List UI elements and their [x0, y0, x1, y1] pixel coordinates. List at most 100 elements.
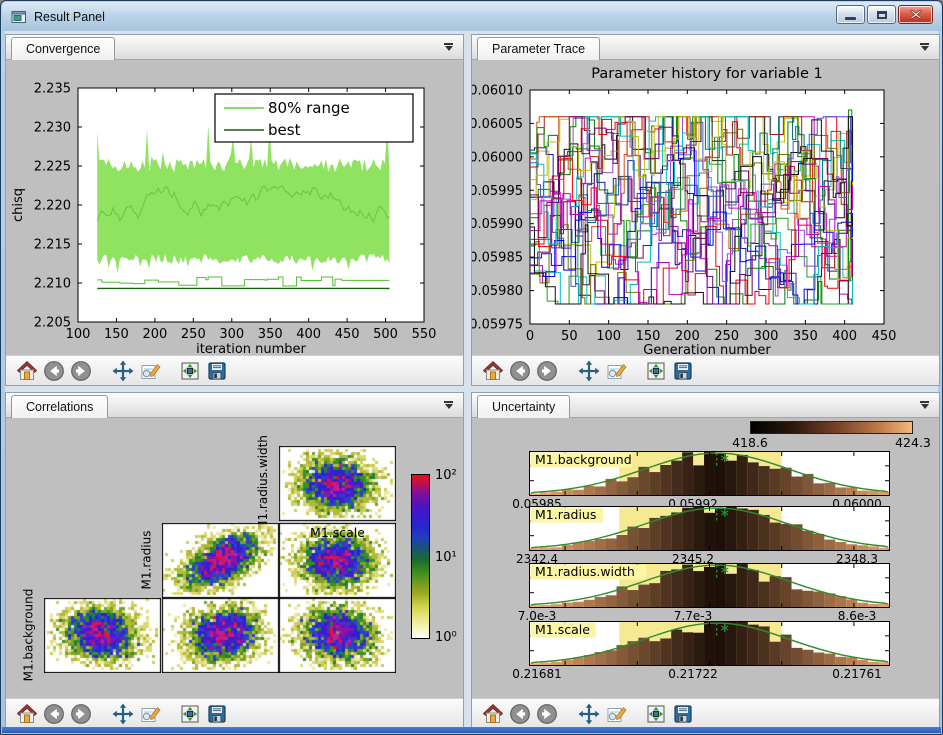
histogram-M1.background[interactable]: M1.background	[529, 451, 890, 496]
svg-text:350: 350	[793, 329, 818, 344]
trace-figure[interactable]: Parameter history for variable 1 0.05975 0…	[472, 60, 939, 355]
svg-text:100: 100	[66, 327, 91, 342]
svg-text:2.230: 2.230	[34, 121, 71, 136]
histogram-xtick-label: 0.21761	[832, 667, 882, 681]
customize-button[interactable]	[136, 358, 163, 384]
uncertainty-tabbar: Uncertainty	[472, 393, 939, 418]
pan-icon	[112, 703, 134, 725]
tab-list-dropdown-icon[interactable]	[919, 401, 930, 409]
titlebar[interactable]: Result Panel	[2, 2, 941, 31]
svg-text:Parameter history for variable: Parameter history for variable 1	[591, 66, 822, 82]
pan-icon	[578, 360, 600, 382]
corr-row-label: M1.radius	[139, 530, 153, 589]
save-button[interactable]	[669, 358, 696, 384]
pan-button[interactable]	[575, 358, 602, 384]
pan-button[interactable]	[109, 358, 136, 384]
tab-correlations[interactable]: Correlations	[11, 395, 108, 418]
uncertainty-figure[interactable]: 418.6424.3M1.background0.059850.059920.0…	[472, 418, 939, 698]
subplots-button[interactable]	[176, 358, 203, 384]
svg-text:200: 200	[675, 329, 700, 344]
window-title: Result Panel	[34, 10, 105, 24]
correlation-cell-1-1[interactable]	[162, 523, 279, 598]
trace-toolbar	[472, 355, 939, 385]
back-button[interactable]	[40, 358, 67, 384]
pan-button[interactable]	[575, 701, 602, 727]
corr-column-title: M1.scale	[310, 525, 365, 540]
close-icon	[910, 9, 922, 20]
colorbar-value-label: 424.3	[895, 435, 931, 450]
tab-convergence[interactable]: Convergence	[11, 37, 115, 60]
svg-text:250: 250	[181, 327, 206, 342]
histogram-M1.radius.width[interactable]: M1.radius.width	[529, 563, 890, 608]
colorbar-value-label: 418.6	[732, 435, 768, 450]
maximize-button[interactable]	[867, 5, 896, 24]
svg-text:80% range: 80% range	[268, 99, 350, 117]
tab-uncertainty[interactable]: Uncertainty	[477, 395, 570, 418]
home-icon	[16, 703, 38, 725]
correlation-cell-0-2[interactable]	[279, 446, 396, 521]
back-button[interactable]	[40, 701, 67, 727]
histogram-M1.scale[interactable]: M1.scale	[529, 621, 890, 666]
home-button[interactable]	[479, 701, 506, 727]
svg-text:0.06005: 0.06005	[472, 117, 523, 132]
forward-button[interactable]	[533, 358, 560, 384]
correlations-figure[interactable]: M1.radius.widthM1.radiusM1.scaleM1.backg…	[6, 418, 463, 698]
save-button[interactable]	[669, 701, 696, 727]
tab-list-dropdown-icon[interactable]	[443, 43, 454, 51]
svg-text:450: 450	[872, 329, 897, 344]
customize-button[interactable]	[602, 701, 629, 727]
correlation-cell-2-0[interactable]	[44, 598, 161, 673]
customize-icon	[139, 360, 161, 382]
convergence-figure[interactable]: 2.2052.2102.2152.2202.2252.2302.23510015…	[6, 60, 463, 355]
trace-tabbar: Parameter Trace	[472, 35, 939, 60]
histogram-xtick-label: 0.21722	[668, 667, 718, 681]
convergence-panel: Convergence 2.2052.2102.2152.2202.2252.2…	[5, 34, 464, 386]
correlations-toolbar	[6, 698, 463, 728]
forward-button[interactable]	[533, 701, 560, 727]
back-button[interactable]	[506, 701, 533, 727]
subplots-button[interactable]	[176, 701, 203, 727]
customize-button[interactable]	[136, 701, 163, 727]
close-button[interactable]	[898, 5, 933, 24]
svg-text:0.06010: 0.06010	[472, 84, 523, 99]
home-icon	[16, 360, 38, 382]
svg-text:400: 400	[832, 329, 857, 344]
minimize-icon	[845, 17, 856, 20]
svg-text:450: 450	[335, 327, 360, 342]
tab-parameter-trace[interactable]: Parameter Trace	[477, 37, 600, 60]
subplots-icon	[179, 703, 201, 725]
back-icon	[43, 703, 65, 725]
svg-text:0.05975: 0.05975	[472, 318, 523, 333]
forward-button[interactable]	[67, 701, 94, 727]
correlation-cell-2-2[interactable]	[279, 598, 396, 673]
save-button[interactable]	[203, 358, 230, 384]
home-button[interactable]	[13, 358, 40, 384]
convergence-toolbar	[6, 355, 463, 385]
subplots-button[interactable]	[642, 701, 669, 727]
correlations-colorbar	[411, 474, 430, 639]
correlation-cell-2-1[interactable]	[162, 598, 279, 673]
home-icon	[482, 360, 504, 382]
histogram-M1.radius[interactable]: M1.radius	[529, 506, 890, 551]
svg-text:0.05995: 0.05995	[472, 184, 523, 199]
svg-text:350: 350	[258, 327, 283, 342]
parameter-trace-panel: Parameter Trace Parameter history for va…	[471, 34, 940, 386]
home-button[interactable]	[13, 701, 40, 727]
customize-icon	[139, 703, 161, 725]
svg-text:2.235: 2.235	[34, 82, 71, 97]
svg-text:2.215: 2.215	[34, 238, 71, 253]
pan-button[interactable]	[109, 701, 136, 727]
svg-text:M1.scale: M1.scale	[535, 622, 590, 637]
back-button[interactable]	[506, 358, 533, 384]
svg-text:M1.radius.width: M1.radius.width	[535, 564, 635, 579]
tab-list-dropdown-icon[interactable]	[443, 401, 454, 409]
tab-list-dropdown-icon[interactable]	[919, 43, 930, 51]
svg-text:best: best	[268, 121, 301, 139]
customize-button[interactable]	[602, 358, 629, 384]
forward-button[interactable]	[67, 358, 94, 384]
home-button[interactable]	[479, 358, 506, 384]
save-button[interactable]	[203, 701, 230, 727]
minimize-button[interactable]	[836, 5, 865, 24]
colorbar-tick-label: 10¹	[435, 550, 457, 565]
subplots-button[interactable]	[642, 358, 669, 384]
